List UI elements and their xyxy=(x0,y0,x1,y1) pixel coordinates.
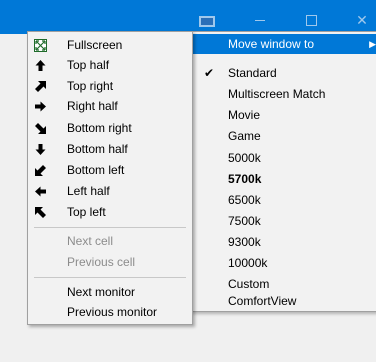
menu-item-label: Fullscreen xyxy=(67,38,123,52)
menu-item-comfortview[interactable]: ComfortView xyxy=(192,291,376,311)
menu-item-standard[interactable]: ✔ Standard xyxy=(192,63,376,83)
menu-item-label: Game xyxy=(228,129,261,143)
menu-item-top-right[interactable]: Top right xyxy=(29,76,191,96)
menu-item-10000k[interactable]: 10000k xyxy=(192,253,376,273)
menu-item-movie[interactable]: Movie xyxy=(192,105,376,125)
menu-item-label: Movie xyxy=(228,108,261,122)
checkmark-icon: ✔ xyxy=(203,66,215,80)
arrow-left-icon xyxy=(35,186,46,197)
menu-item-label: Bottom right xyxy=(67,121,132,135)
arrow-right-icon xyxy=(35,101,46,112)
menu-item-label: Top half xyxy=(67,58,110,72)
close-button[interactable]: ✕ xyxy=(352,10,372,30)
menu-item-label: Top right xyxy=(67,79,114,93)
maximize-icon xyxy=(305,15,317,26)
menu-item-label: Move window to xyxy=(228,37,315,51)
arrow-down-left-icon xyxy=(35,165,46,176)
menu-item-label: Left half xyxy=(67,184,110,198)
arrow-up-icon xyxy=(35,60,46,71)
menu-item-multiscreen-match[interactable]: Multiscreen Match xyxy=(192,84,376,104)
menu-item-label: Bottom left xyxy=(67,163,125,177)
menu-item-top-left[interactable]: Top left xyxy=(29,202,191,222)
app-icon[interactable] xyxy=(199,16,215,27)
menu-item-9300k[interactable]: 9300k xyxy=(192,232,376,252)
menu-item-5700k[interactable]: 5700k xyxy=(192,169,376,189)
menu-item-7500k[interactable]: 7500k xyxy=(192,211,376,231)
menu-item-previous-cell: Previous cell xyxy=(29,252,191,272)
menu-item-label: 10000k xyxy=(228,256,268,270)
menu-item-bottom-right[interactable]: Bottom right xyxy=(29,118,191,138)
menu-item-label: Custom xyxy=(228,277,270,291)
fullscreen-icon xyxy=(34,39,47,52)
menu-item-label: Multiscreen Match xyxy=(228,87,326,101)
menu-item-label: ComfortView xyxy=(228,294,297,308)
menu-item-label: Previous monitor xyxy=(67,305,158,319)
close-icon: ✕ xyxy=(356,12,368,28)
menu-item-label: Right half xyxy=(67,99,118,113)
menu-item-5000k[interactable]: 5000k xyxy=(192,148,376,168)
menu-item-label: 5700k xyxy=(228,172,262,186)
submenu-arrow-icon: ▶ xyxy=(369,39,376,49)
arrow-up-left-icon xyxy=(35,207,46,218)
menu-item-label: Previous cell xyxy=(67,255,136,269)
menu-item-bottom-left[interactable]: Bottom left xyxy=(29,160,191,180)
menu-item-label: Next monitor xyxy=(67,285,136,299)
menu-item-next-cell: Next cell xyxy=(29,231,191,251)
move-window-submenu: Fullscreen Top half Top right Right half… xyxy=(27,31,193,325)
arrow-up-right-icon xyxy=(35,81,46,92)
menu-item-left-half[interactable]: Left half xyxy=(29,181,191,201)
minimize-button[interactable] xyxy=(250,10,270,30)
minimize-icon xyxy=(255,20,265,21)
menu-item-next-monitor[interactable]: Next monitor xyxy=(29,282,191,302)
menu-separator xyxy=(34,277,186,278)
arrow-down-icon xyxy=(35,144,46,155)
menu-item-6500k[interactable]: 6500k xyxy=(192,190,376,210)
menu-item-label: 9300k xyxy=(228,235,261,249)
menu-item-label: Bottom half xyxy=(67,142,128,156)
menu-item-game[interactable]: Game xyxy=(192,126,376,146)
menu-item-label: 7500k xyxy=(228,214,261,228)
menu-item-top-half[interactable]: Top half xyxy=(29,55,191,75)
maximize-button[interactable] xyxy=(301,10,321,30)
menu-item-label: Next cell xyxy=(67,234,114,248)
menu-item-right-half[interactable]: Right half xyxy=(29,96,191,116)
menu-separator xyxy=(34,227,186,228)
menu-item-move-window-to[interactable]: Move window to ▶ xyxy=(192,34,376,54)
arrow-down-right-icon xyxy=(35,123,46,134)
context-menu: Move window to ▶ ✔ Standard Multiscreen … xyxy=(190,31,376,312)
menu-item-label: Standard xyxy=(228,66,277,80)
menu-item-label: Top left xyxy=(67,205,106,219)
menu-item-label: 6500k xyxy=(228,193,261,207)
window-titlebar: ✕ xyxy=(0,0,376,34)
menu-item-label: 5000k xyxy=(228,151,261,165)
menu-item-fullscreen[interactable]: Fullscreen xyxy=(29,35,191,55)
menu-item-bottom-half[interactable]: Bottom half xyxy=(29,139,191,159)
menu-item-previous-monitor[interactable]: Previous monitor xyxy=(29,302,191,322)
